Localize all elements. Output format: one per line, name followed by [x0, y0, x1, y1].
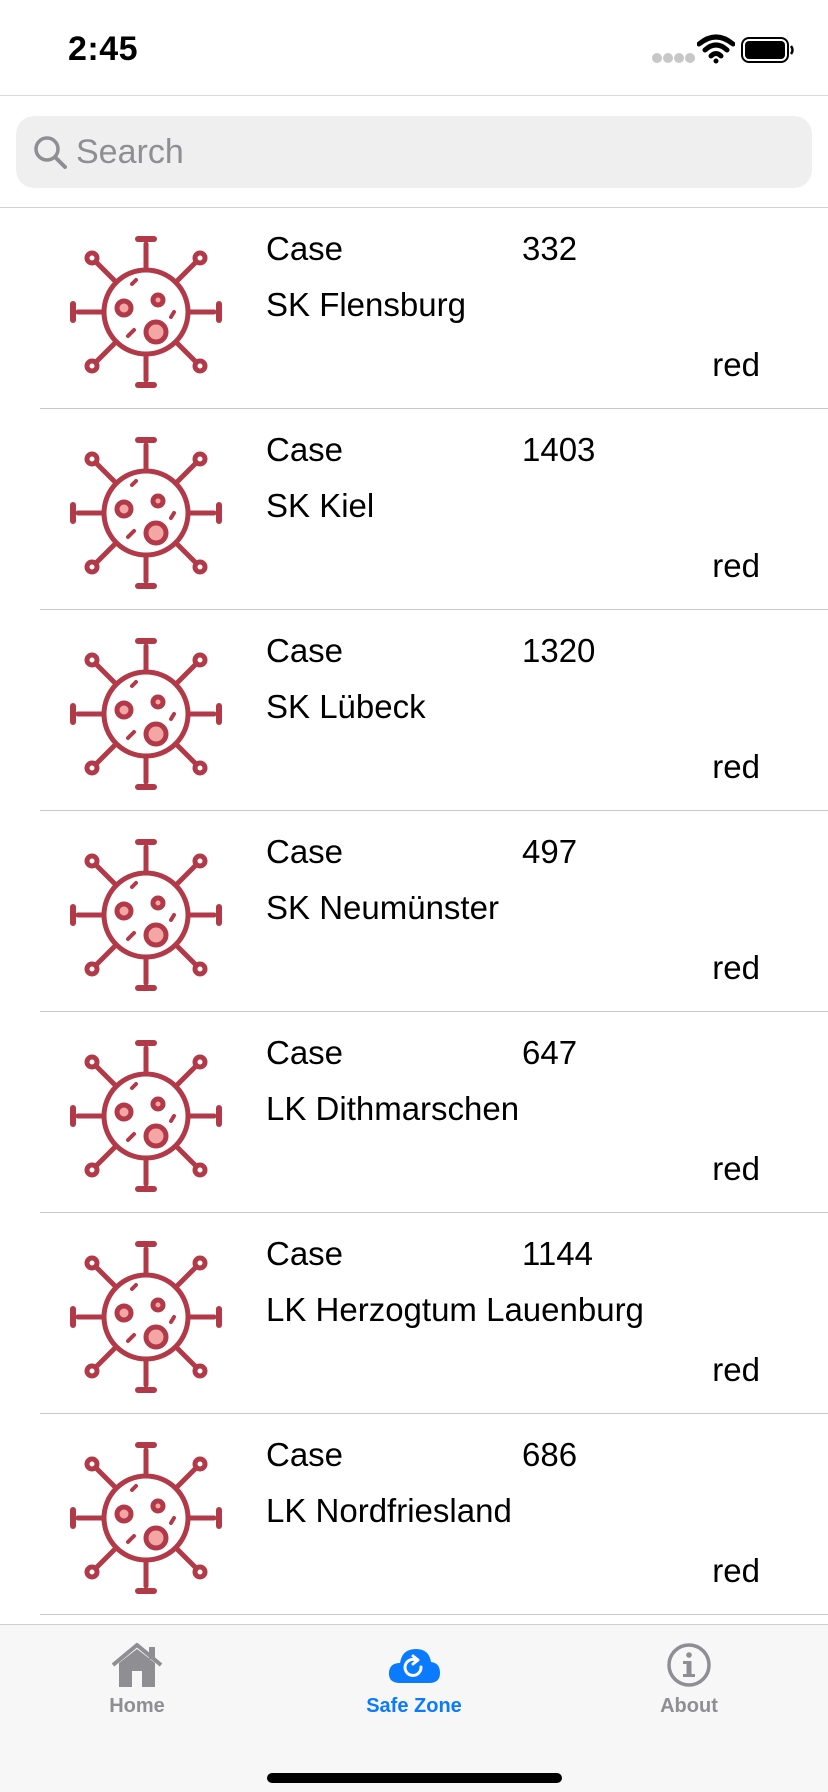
tab-home[interactable]: Home	[37, 1641, 237, 1741]
tab-label: About	[660, 1695, 718, 1717]
case-row[interactable]: Case 647 LK Dithmarschen red	[0, 1012, 828, 1213]
case-row[interactable]: Case 1144 LK Herzogtum Lauenburg red	[0, 1213, 828, 1414]
case-status: red	[712, 1552, 760, 1589]
virus-icon	[70, 1241, 222, 1393]
case-count: 1144	[522, 1235, 593, 1272]
case-label: Case	[266, 1034, 344, 1071]
case-count: 647	[522, 1034, 578, 1071]
search-input[interactable]	[76, 126, 796, 178]
tab-about[interactable]: About	[589, 1641, 789, 1741]
case-status: red	[712, 949, 760, 986]
case-district: LK Herzogtum Lauenburg	[266, 1291, 644, 1328]
house-icon	[111, 1643, 163, 1687]
cloud-refresh-icon	[388, 1649, 440, 1683]
case-district: SK Neumünster	[266, 889, 499, 926]
case-row[interactable]: Case 686 LK Nordfriesland red	[0, 1414, 828, 1615]
home-indicator	[267, 1773, 562, 1783]
virus-icon	[70, 437, 222, 589]
case-status: red	[712, 547, 760, 584]
case-district: SK Lübeck	[266, 688, 426, 725]
case-row[interactable]: Case 332 SK Flensburg red	[0, 208, 828, 409]
case-list[interactable]: Case 332 SK Flensburg red Case 1403 SK K…	[0, 208, 828, 1624]
virus-icon	[70, 236, 222, 388]
wifi-icon	[697, 34, 735, 64]
virus-icon	[70, 1442, 222, 1594]
case-status: red	[712, 1150, 760, 1187]
case-district: SK Kiel	[266, 487, 375, 524]
search-icon	[34, 136, 67, 169]
case-count: 1320	[522, 632, 596, 669]
tab-label: Safe Zone	[366, 1695, 462, 1717]
case-label: Case	[266, 431, 344, 468]
virus-icon	[70, 839, 222, 991]
battery-icon	[741, 37, 794, 63]
case-count: 686	[522, 1436, 578, 1473]
case-count: 1403	[522, 431, 596, 468]
case-row[interactable]: Case 1320 SK Lübeck red	[0, 610, 828, 811]
case-row[interactable]: Case 1403 SK Kiel red	[0, 409, 828, 610]
case-district: LK Dithmarschen	[266, 1090, 520, 1127]
case-label: Case	[266, 230, 344, 267]
case-row[interactable]: Case 497 SK Neumünster red	[0, 811, 828, 1012]
case-count: 497	[522, 833, 578, 870]
case-status: red	[712, 748, 760, 785]
case-label: Case	[266, 632, 344, 669]
tab-label: Home	[109, 1695, 165, 1717]
search-bar	[0, 96, 828, 208]
virus-icon	[70, 638, 222, 790]
case-status: red	[712, 1351, 760, 1388]
status-bar: 2:45	[0, 0, 828, 96]
tab-bar: Home Safe Zone About	[0, 1624, 828, 1792]
case-label: Case	[266, 1436, 344, 1473]
case-label: Case	[266, 833, 344, 870]
tab-safe-zone[interactable]: Safe Zone	[314, 1641, 514, 1741]
search-field[interactable]	[16, 116, 812, 188]
screen: 2:45 Search Case 332 SK Flensburg red Ca…	[0, 0, 828, 1792]
status-time: 2:45	[68, 30, 139, 68]
case-status: red	[712, 346, 760, 383]
virus-icon	[70, 1040, 222, 1192]
info-icon	[667, 1643, 711, 1687]
case-district: LK Nordfriesland	[266, 1492, 512, 1529]
case-district: SK Flensburg	[266, 286, 466, 323]
case-count: 332	[522, 230, 578, 267]
case-label: Case	[266, 1235, 344, 1272]
